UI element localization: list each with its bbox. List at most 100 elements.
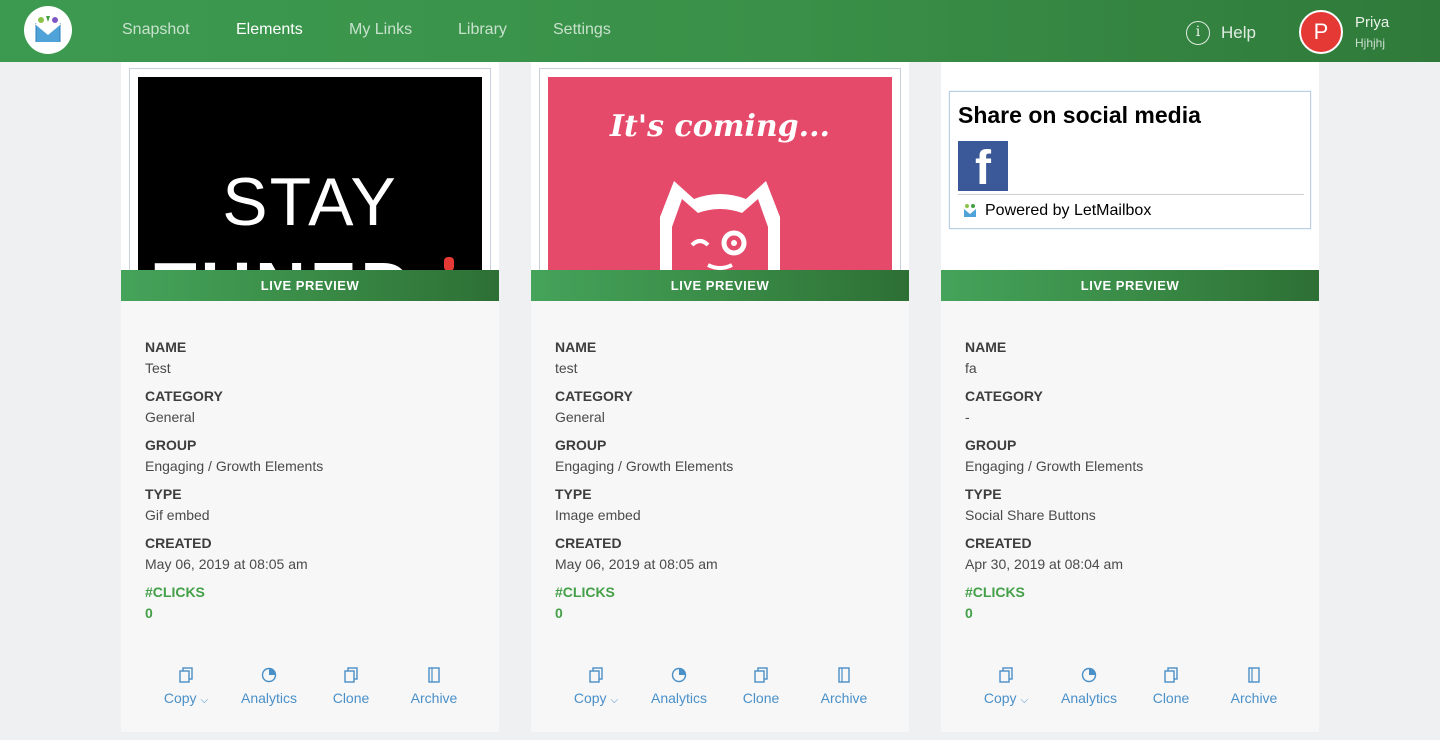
nav-library[interactable]: Library bbox=[458, 21, 507, 39]
clone-button[interactable]: Clone bbox=[331, 666, 371, 706]
archive-icon bbox=[838, 667, 850, 683]
category-label: CATEGORY bbox=[555, 388, 633, 404]
analytics-label: Analytics bbox=[1060, 690, 1118, 706]
nav-settings[interactable]: Settings bbox=[553, 21, 611, 39]
clone-button[interactable]: Clone bbox=[1151, 666, 1191, 706]
its-coming-image: It's coming... bbox=[548, 77, 892, 270]
card-actions: Copy ⌵ Analytics Clone Archive bbox=[531, 666, 909, 710]
created-value: May 06, 2019 at 08:05 am bbox=[555, 556, 718, 572]
info-icon: i bbox=[1186, 21, 1210, 45]
type-label: TYPE bbox=[965, 486, 1002, 502]
created-label: CREATED bbox=[555, 535, 622, 551]
copy-button[interactable]: Copy ⌵ bbox=[161, 666, 211, 706]
archive-label: Archive bbox=[820, 690, 868, 706]
type-value: Social Share Buttons bbox=[965, 507, 1096, 523]
copy-button[interactable]: Copy ⌵ bbox=[571, 666, 621, 706]
clicks-value: 0 bbox=[145, 605, 153, 621]
clone-label: Clone bbox=[1152, 690, 1190, 706]
clone-button[interactable]: Clone bbox=[741, 666, 781, 706]
top-navigation-bar: Snapshot Elements My Links Library Setti… bbox=[0, 0, 1440, 62]
copy-label: Copy bbox=[573, 690, 607, 706]
group-value: Engaging / Growth Elements bbox=[145, 458, 324, 474]
copy-label: Copy bbox=[163, 690, 197, 706]
app-logo[interactable] bbox=[24, 6, 72, 54]
archive-label: Archive bbox=[410, 690, 458, 706]
category-value: General bbox=[145, 409, 195, 425]
category-value: - bbox=[965, 409, 970, 425]
chevron-down-icon: ⌵ bbox=[1020, 695, 1029, 706]
group-value: Engaging / Growth Elements bbox=[555, 458, 734, 474]
group-label: GROUP bbox=[555, 437, 607, 453]
card-details: NAME Test CATEGORY General GROUP Engagin… bbox=[145, 338, 323, 632]
category-label: CATEGORY bbox=[145, 388, 223, 404]
user-avatar[interactable]: P bbox=[1299, 10, 1343, 54]
live-preview-button[interactable]: LIVE PREVIEW bbox=[121, 270, 499, 301]
element-card: STAY TUNED LIVE PREVIEW NAME Test CATEGO… bbox=[121, 62, 499, 732]
analytics-button[interactable]: Analytics bbox=[649, 666, 709, 706]
letmailbox-icon bbox=[964, 204, 976, 217]
pie-chart-icon bbox=[1081, 667, 1097, 683]
analytics-label: Analytics bbox=[650, 690, 708, 706]
clone-icon bbox=[344, 667, 358, 683]
user-subtitle: Hjhjhj bbox=[1355, 36, 1386, 50]
nav-my-links[interactable]: My Links bbox=[349, 21, 412, 39]
user-name: Priya bbox=[1355, 14, 1390, 31]
card-details: NAME test CATEGORY General GROUP Engagin… bbox=[555, 338, 733, 632]
clicks-label: #CLICKS bbox=[555, 584, 615, 600]
category-value: General bbox=[555, 409, 605, 425]
live-preview-button[interactable]: LIVE PREVIEW bbox=[531, 270, 909, 301]
group-label: GROUP bbox=[145, 437, 197, 453]
card-preview: It's coming... bbox=[531, 62, 909, 270]
divider bbox=[958, 194, 1304, 195]
type-label: TYPE bbox=[555, 486, 592, 502]
clone-icon bbox=[754, 667, 768, 683]
name-value: Test bbox=[145, 360, 171, 376]
archive-button[interactable]: Archive bbox=[1229, 666, 1279, 706]
type-value: Image embed bbox=[555, 507, 641, 523]
copy-icon bbox=[179, 667, 193, 683]
clicks-label: #CLICKS bbox=[145, 584, 205, 600]
pie-chart-icon bbox=[671, 667, 687, 683]
archive-button[interactable]: Archive bbox=[819, 666, 869, 706]
facebook-icon: f bbox=[975, 142, 991, 195]
card-actions: Copy ⌵ Analytics Clone Archive bbox=[941, 666, 1319, 710]
clone-icon bbox=[1164, 667, 1178, 683]
pie-chart-icon bbox=[261, 667, 277, 683]
preview-text-line2: TUNED bbox=[154, 247, 415, 270]
created-label: CREATED bbox=[145, 535, 212, 551]
copy-button[interactable]: Copy ⌵ bbox=[981, 666, 1031, 706]
copy-icon bbox=[589, 667, 603, 683]
analytics-button[interactable]: Analytics bbox=[1059, 666, 1119, 706]
facebook-share-button[interactable]: f bbox=[958, 141, 1008, 195]
type-label: TYPE bbox=[145, 486, 182, 502]
logo-icon bbox=[35, 16, 61, 42]
name-value: fa bbox=[965, 360, 977, 376]
card-preview: STAY TUNED bbox=[121, 62, 499, 270]
name-label: NAME bbox=[145, 339, 187, 355]
live-preview-button[interactable]: LIVE PREVIEW bbox=[941, 270, 1319, 301]
card-actions: Copy ⌵ Analytics Clone Archive bbox=[121, 666, 499, 710]
created-value: May 06, 2019 at 08:05 am bbox=[145, 556, 308, 572]
cat-face-icon bbox=[660, 181, 780, 270]
clicks-value: 0 bbox=[555, 605, 563, 621]
nav-snapshot[interactable]: Snapshot bbox=[122, 21, 190, 39]
chevron-down-icon: ⌵ bbox=[610, 695, 619, 706]
card-details: NAME fa CATEGORY - GROUP Engaging / Grow… bbox=[965, 338, 1143, 632]
name-label: NAME bbox=[555, 339, 597, 355]
preview-frame: It's coming... bbox=[539, 68, 901, 270]
analytics-button[interactable]: Analytics bbox=[239, 666, 299, 706]
copy-icon bbox=[999, 667, 1013, 683]
archive-label: Archive bbox=[1230, 690, 1278, 706]
preview-text-line1: STAY bbox=[222, 164, 398, 240]
type-value: Gif embed bbox=[145, 507, 210, 523]
group-label: GROUP bbox=[965, 437, 1017, 453]
preview-frame: STAY TUNED bbox=[129, 68, 491, 270]
element-card: It's coming... LIVE PREVIEW NAME test CA… bbox=[531, 62, 909, 732]
created-label: CREATED bbox=[965, 535, 1032, 551]
group-value: Engaging / Growth Elements bbox=[965, 458, 1144, 474]
archive-icon bbox=[428, 667, 440, 683]
archive-button[interactable]: Archive bbox=[409, 666, 459, 706]
copy-label: Copy bbox=[983, 690, 1017, 706]
name-label: NAME bbox=[965, 339, 1007, 355]
nav-elements[interactable]: Elements bbox=[236, 21, 303, 39]
